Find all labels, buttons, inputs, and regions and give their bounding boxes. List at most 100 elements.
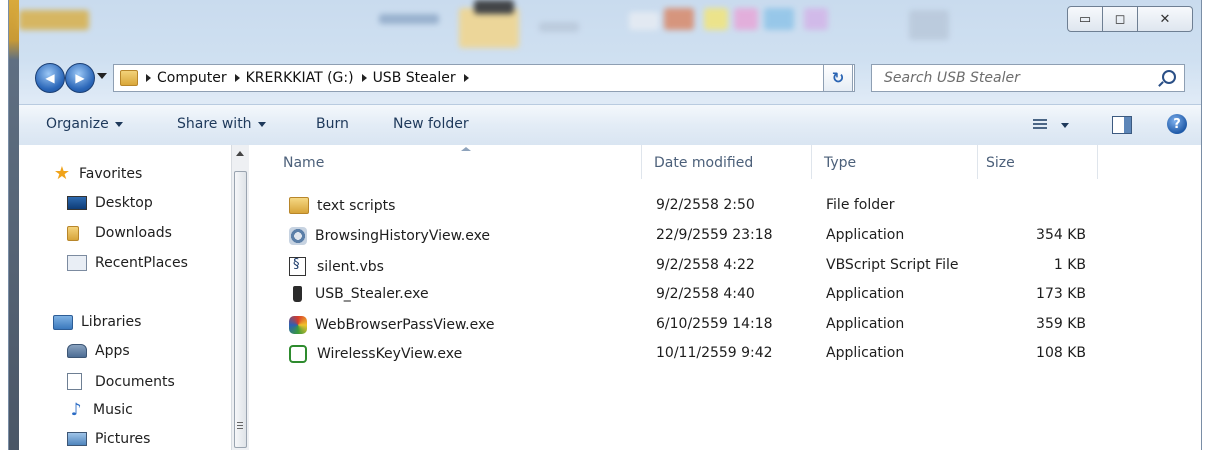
- file-date: 9/2/2558 4:22: [656, 257, 755, 273]
- column-header-row: Name Date modified Type Size: [249, 145, 1201, 185]
- breadcrumb-drive[interactable]: KRERKKIAT (G:): [246, 70, 354, 86]
- close-button[interactable]: ✕: [1138, 6, 1193, 32]
- scroll-up-icon[interactable]: [236, 151, 244, 156]
- caption-buttons: ▭ ◻ ✕: [1067, 6, 1193, 32]
- back-arrow-icon: ◀: [45, 71, 55, 85]
- nav-favorites[interactable]: ★ Favorites: [53, 163, 143, 184]
- nav-item-pictures[interactable]: Pictures: [67, 431, 150, 447]
- nav-item-apps[interactable]: Apps: [67, 343, 130, 359]
- search-icon[interactable]: [1162, 70, 1176, 84]
- column-header-type[interactable]: Type: [824, 155, 856, 171]
- change-view-icon[interactable]: [1033, 119, 1047, 131]
- file-name-cell: silent.vbs: [289, 257, 384, 276]
- nav-libraries[interactable]: Libraries: [53, 314, 141, 330]
- nav-item-recentplaces[interactable]: RecentPlaces: [67, 255, 188, 271]
- file-type: File folder: [826, 197, 895, 213]
- folder-icon: [120, 70, 138, 86]
- new-folder-label: New folder: [393, 116, 469, 132]
- file-date: 9/2/2558 4:40: [656, 286, 755, 302]
- file-name: WirelessKeyView.exe: [317, 346, 463, 362]
- browsing-history-app-icon: [289, 227, 307, 245]
- share-with-label: Share with: [177, 116, 252, 132]
- column-header-date-modified[interactable]: Date modified: [654, 155, 753, 171]
- forward-button[interactable]: ▶: [65, 63, 95, 93]
- refresh-icon: ↻: [831, 69, 845, 87]
- table-row[interactable]: WebBrowserPassView.exe 6/10/2559 14:18 A…: [249, 310, 1201, 339]
- table-row[interactable]: WirelessKeyView.exe 10/11/2559 9:42 Appl…: [249, 339, 1201, 368]
- column-divider[interactable]: [641, 145, 642, 179]
- table-row[interactable]: USB_Stealer.exe 9/2/2558 4:40 Applicatio…: [249, 280, 1201, 309]
- chevron-down-icon[interactable]: [1061, 123, 1069, 128]
- help-icon[interactable]: ?: [1167, 114, 1187, 134]
- nav-item-label: Downloads: [95, 225, 172, 241]
- file-type: VBScript Script File: [826, 257, 959, 273]
- file-date: 9/2/2558 2:50: [656, 197, 755, 213]
- web-browser-pass-app-icon: [289, 316, 307, 334]
- file-name-cell: WebBrowserPassView.exe: [289, 316, 494, 334]
- organize-menu-button[interactable]: Organize: [46, 116, 123, 132]
- file-name: silent.vbs: [317, 258, 384, 275]
- file-name: USB_Stealer.exe: [315, 286, 429, 302]
- chevron-down-icon: [114, 121, 123, 127]
- sort-ascending-icon: [461, 147, 471, 151]
- nav-favorites-label: Favorites: [79, 166, 143, 182]
- file-name: BrowsingHistoryView.exe: [315, 228, 491, 244]
- minimize-button[interactable]: ▭: [1067, 6, 1103, 32]
- column-header-name[interactable]: Name: [283, 155, 324, 171]
- search-input[interactable]: [882, 66, 1156, 90]
- recent-pages-dropdown-icon[interactable]: [97, 73, 107, 79]
- nav-item-desktop[interactable]: Desktop: [67, 195, 153, 211]
- nav-item-label: Pictures: [95, 431, 151, 447]
- file-type: Application: [826, 227, 905, 243]
- navigation-scrollbar[interactable]: [231, 145, 249, 450]
- file-size: 173 KB: [1036, 286, 1086, 302]
- minimize-icon: ▭: [1078, 11, 1092, 27]
- preview-pane-icon[interactable]: [1112, 116, 1132, 134]
- share-with-menu-button[interactable]: Share with: [177, 116, 266, 132]
- downloads-folder-icon: [67, 225, 79, 241]
- forward-arrow-icon: ▶: [75, 71, 85, 85]
- maximize-icon: ◻: [1114, 11, 1126, 27]
- table-row[interactable]: BrowsingHistoryView.exe 22/9/2559 23:18 …: [249, 221, 1201, 250]
- column-header-size[interactable]: Size: [986, 155, 1015, 171]
- nav-item-label: Apps: [95, 343, 130, 359]
- column-divider[interactable]: [977, 145, 978, 179]
- folder-icon: [289, 197, 309, 214]
- refresh-button[interactable]: ↻: [823, 64, 853, 92]
- pictures-icon: [67, 432, 87, 446]
- nav-item-music[interactable]: ♪ Music: [67, 402, 133, 419]
- column-divider[interactable]: [1097, 145, 1098, 179]
- nav-item-downloads[interactable]: Downloads: [67, 225, 172, 241]
- maximize-button[interactable]: ◻: [1103, 6, 1138, 32]
- file-name-cell: text scripts: [289, 197, 395, 214]
- breadcrumb-separator-icon[interactable]: [361, 74, 367, 82]
- breadcrumb-separator-icon[interactable]: [463, 74, 469, 82]
- documents-icon: [67, 373, 82, 390]
- search-box[interactable]: [871, 64, 1185, 92]
- nav-item-documents[interactable]: Documents: [67, 373, 175, 390]
- chevron-down-icon: [257, 121, 266, 127]
- explorer-window: ▭ ◻ ✕ ◀ ▶ Computer KRERKKIAT (G:) USB St…: [8, 0, 1202, 450]
- breadcrumb-current-folder[interactable]: USB Stealer: [373, 70, 456, 86]
- column-divider[interactable]: [811, 145, 812, 179]
- file-type: Application: [826, 316, 905, 332]
- file-name: WebBrowserPassView.exe: [315, 317, 495, 333]
- new-folder-button[interactable]: New folder: [393, 116, 469, 132]
- burn-label: Burn: [316, 116, 349, 132]
- window-left-edge: [9, 0, 19, 450]
- file-size: 354 KB: [1036, 227, 1086, 243]
- star-icon: ★: [53, 163, 71, 184]
- address-bar[interactable]: Computer KRERKKIAT (G:) USB Stealer: [113, 64, 855, 92]
- usb-drive-icon: [293, 286, 302, 302]
- breadcrumb-separator-icon[interactable]: [234, 74, 240, 82]
- back-button[interactable]: ◀: [35, 63, 65, 93]
- scrollbar-thumb[interactable]: [234, 171, 247, 448]
- file-size: 359 KB: [1036, 316, 1086, 332]
- table-row[interactable]: text scripts 9/2/2558 2:50 File folder: [249, 191, 1201, 220]
- breadcrumb-separator-icon[interactable]: [146, 74, 151, 82]
- file-type: Application: [826, 345, 905, 361]
- breadcrumb-computer[interactable]: Computer: [157, 70, 227, 86]
- burn-button[interactable]: Burn: [316, 116, 349, 132]
- table-row[interactable]: silent.vbs 9/2/2558 4:22 VBScript Script…: [249, 251, 1201, 280]
- nav-libraries-label: Libraries: [81, 314, 142, 330]
